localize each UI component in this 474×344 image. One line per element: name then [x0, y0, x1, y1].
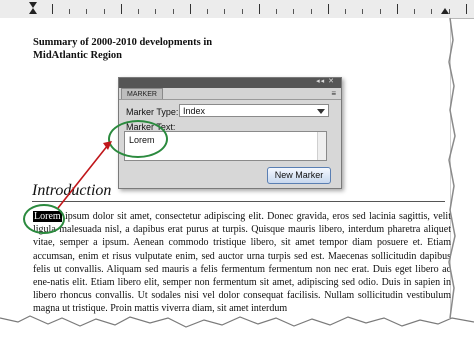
document-title-line-1: Summary of 2000-2010 developments in: [33, 37, 213, 48]
body-paragraph[interactable]: Lorem ipsum dolor sit amet, consectetur …: [33, 210, 451, 316]
heading-rule: [32, 201, 445, 202]
document-title-line-2: MidAtlantic Region: [33, 50, 122, 61]
marker-type-select[interactable]: Index: [179, 104, 329, 117]
horizontal-ruler[interactable]: [0, 0, 474, 19]
new-marker-button[interactable]: New Marker: [267, 167, 331, 184]
selection-callout-circle: [23, 204, 65, 234]
panel-menu-icon[interactable]: ≡: [331, 89, 336, 98]
marker-text-callout-circle: [108, 120, 168, 158]
left-indent-marker[interactable]: [29, 8, 37, 14]
marker-type-label: Marker Type:: [126, 107, 179, 117]
body-text: ipsum dolor sit amet, consectetur adipis…: [33, 211, 451, 315]
panel-window-controls[interactable]: ◂◂ ✕: [316, 77, 335, 85]
marker-type-value: Index: [183, 106, 206, 116]
chevron-down-icon[interactable]: [317, 109, 325, 114]
document-title: Summary of 2000-2010 developments in Mid…: [33, 36, 253, 62]
panel-titlebar[interactable]: ◂◂ ✕: [119, 78, 341, 88]
section-heading: Introduction: [32, 182, 112, 199]
right-indent-marker[interactable]: [441, 8, 449, 14]
marker-text-scrollbar[interactable]: [317, 132, 326, 160]
